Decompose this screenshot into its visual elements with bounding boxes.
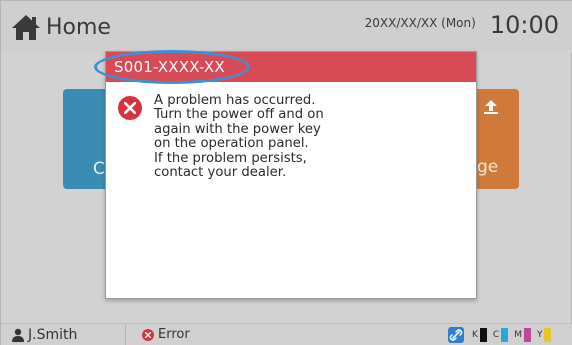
error-dialog: S001-XXXX-XX A problem has occurred. Tur… bbox=[94, 50, 477, 299]
home-label: Home bbox=[46, 14, 111, 40]
ink-label: Y bbox=[536, 330, 543, 340]
ink-m: M bbox=[514, 328, 531, 342]
time-text: 10:00 bbox=[489, 11, 559, 39]
error-status-icon bbox=[142, 329, 154, 341]
home-button[interactable]: Home bbox=[11, 9, 111, 45]
ink-bar-m bbox=[523, 328, 531, 342]
ink-label: C bbox=[492, 330, 500, 340]
dialog-title-bar: S001-XXXX-XX bbox=[94, 50, 476, 84]
device-screen: Home 20XX/XX/XX (Mon) 10:00 C ge S001-XX… bbox=[0, 0, 572, 345]
user-indicator[interactable]: J.Smith bbox=[11, 327, 77, 343]
error-message: A problem has occurred. Turn the power o… bbox=[154, 93, 324, 181]
header-bar: Home 20XX/XX/XX (Mon) 10:00 bbox=[1, 1, 572, 53]
error-icon bbox=[118, 96, 142, 120]
ink-bar-c bbox=[501, 328, 509, 342]
datetime: 20XX/XX/XX (Mon) 10:00 bbox=[365, 11, 559, 39]
user-icon bbox=[12, 328, 24, 342]
storage-tile-label: ge bbox=[477, 157, 499, 177]
status-text: Error bbox=[158, 327, 190, 342]
home-icon bbox=[12, 15, 40, 40]
ink-bar-k bbox=[479, 328, 487, 342]
date-text: 20XX/XX/XX (Mon) bbox=[364, 16, 476, 30]
ink-c: C bbox=[492, 328, 509, 342]
ink-levels[interactable]: K C M Y bbox=[448, 327, 557, 343]
upload-icon bbox=[484, 100, 498, 114]
status-area[interactable]: Error bbox=[125, 324, 435, 345]
link-icon bbox=[448, 327, 464, 343]
ink-k: K bbox=[472, 328, 487, 342]
user-name: J.Smith bbox=[28, 327, 78, 343]
ink-label: M bbox=[514, 330, 522, 340]
error-code: S001-XXXX-XX bbox=[114, 58, 225, 76]
ink-y: Y bbox=[537, 328, 552, 342]
ink-label: K bbox=[472, 330, 478, 340]
ink-bar-y bbox=[544, 328, 552, 342]
copy-tile-label: C bbox=[93, 159, 105, 179]
status-bar: J.Smith Error K C M Y bbox=[1, 323, 572, 345]
